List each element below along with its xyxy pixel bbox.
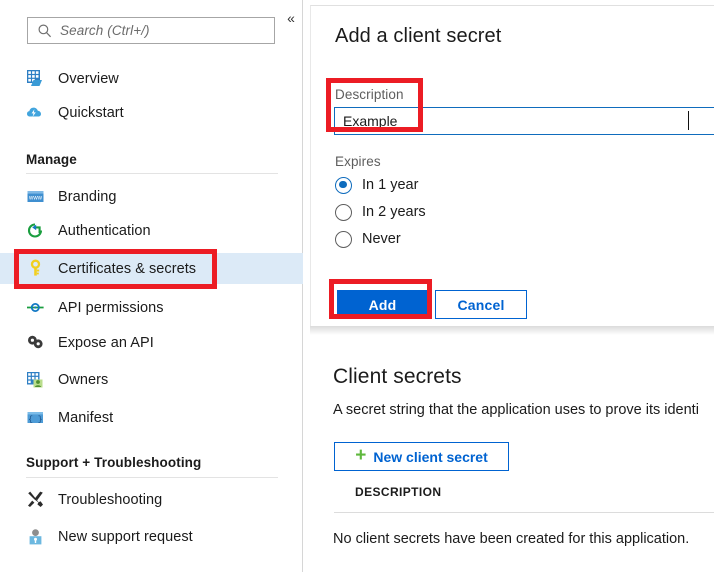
page-title: Client secrets [333,365,462,388]
sidebar-item-label: Manifest [58,409,114,426]
key-icon [30,259,41,276]
left-navigation-sidebar: Search (Ctrl+/) « Overview Quickstart Ma… [0,0,303,572]
radio-mark-icon [335,176,352,194]
branding-window-icon: www [27,191,44,202]
radio-label: In 1 year [362,177,419,193]
radio-expires-in-1-year[interactable]: In 1 year [335,173,418,197]
radio-label: Never [362,231,401,247]
sidebar-group-support-troubleshooting: Support + Troubleshooting [26,455,202,470]
add-button[interactable]: Add [337,290,428,319]
sidebar-item-label: Owners [58,371,109,388]
plus-icon: + [355,445,367,466]
new-client-secret-label: New client secret [373,448,488,465]
sidebar-item-quickstart[interactable]: Quickstart [0,97,303,128]
search-placeholder-text: Search (Ctrl+/) [60,23,150,38]
sidebar-item-label: Overview [58,70,119,87]
authentication-arrow-icon [27,223,43,238]
page-description: A secret string that the application use… [333,402,699,418]
sidebar-item-label: Branding [58,188,117,205]
azure-app-registration-screen: Search (Ctrl+/) « Overview Quickstart Ma… [0,0,714,572]
sidebar-group-manage: Manage [26,152,77,167]
new-client-secret-button[interactable]: + New client secret [334,442,509,471]
manifest-braces-icon: { } [27,412,43,424]
svg-text:{ }: { } [28,415,42,424]
sidebar-item-troubleshooting[interactable]: Troubleshooting [0,484,303,515]
sidebar-item-label: API permissions [58,299,164,316]
description-label: Description [335,87,404,102]
main-content-area: Client secrets A secret string that the … [303,0,714,572]
sidebar-item-api-permissions[interactable]: API permissions [0,292,303,323]
quickstart-cloud-icon [27,107,41,117]
sidebar-item-branding[interactable]: www Branding [0,181,303,212]
svg-text:www: www [28,196,43,202]
dialog-title: Add a client secret [335,25,502,47]
empty-state-message: No client secrets have been created for … [333,531,690,547]
text-caret [688,111,689,130]
add-client-secret-dialog: Add a client secret Description Expires … [310,5,714,326]
sidebar-group-divider [26,173,278,174]
sidebar-item-label: Troubleshooting [58,491,163,508]
api-permissions-icon [27,303,44,312]
table-header-divider [334,512,714,513]
sidebar-item-overview[interactable]: Overview [0,63,303,94]
sidebar-item-label: Authentication [58,222,151,239]
table-column-header-description: DESCRIPTION [355,485,442,499]
radio-label: In 2 years [362,204,426,220]
expires-label: Expires [335,154,381,169]
search-input[interactable]: Search (Ctrl+/) [27,17,275,44]
collapse-sidebar-icon[interactable]: « [282,9,300,27]
owners-grid-person-icon [27,372,43,388]
dialog-drop-shadow [310,326,714,335]
sidebar-item-expose-an-api[interactable]: Expose an API [0,327,303,358]
wrench-screwdriver-icon [28,491,43,507]
sidebar-item-authentication[interactable]: Authentication [0,215,303,246]
expose-api-icon [28,335,43,349]
radio-mark-icon [335,230,352,248]
radio-expires-never[interactable]: Never [335,227,401,251]
sidebar-group-divider [26,477,278,478]
support-person-icon [29,529,42,545]
sidebar-item-label: Quickstart [58,104,124,121]
cancel-button[interactable]: Cancel [435,290,527,319]
sidebar-item-certificates-and-secrets[interactable]: Certificates & secrets [0,253,303,284]
sidebar-item-manifest[interactable]: { } Manifest [0,402,303,433]
sidebar-item-label: Certificates & secrets [58,260,197,277]
sidebar-item-new-support-request[interactable]: New support request [0,521,303,552]
radio-expires-in-2-years[interactable]: In 2 years [335,200,426,224]
search-icon [38,23,52,37]
sidebar-item-owners[interactable]: Owners [0,364,303,395]
sidebar-item-label: Expose an API [58,334,154,351]
sidebar-item-label: New support request [58,528,193,545]
description-input[interactable] [334,107,714,135]
overview-grid-icon [27,70,42,86]
radio-mark-icon [335,203,352,221]
